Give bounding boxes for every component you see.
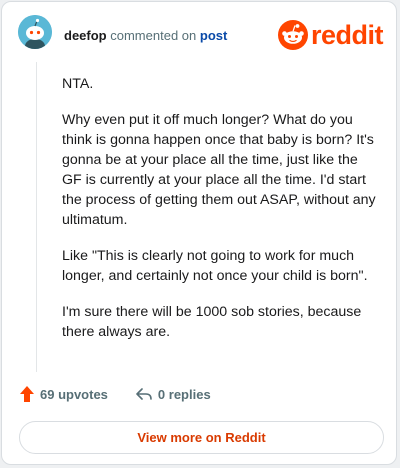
user-avatar[interactable]	[18, 15, 52, 49]
reddit-logo[interactable]: reddit	[278, 18, 384, 52]
comment-paragraph-2: Why even put it off much longer? What do…	[62, 112, 376, 228]
replies-count: 0 replies	[157, 386, 211, 402]
reply-arrow-icon	[136, 388, 152, 400]
comment-body: NTA. Why even put it off much longer? Wh…	[62, 74, 376, 358]
snoo-avatar-icon	[18, 15, 52, 49]
commented-on-text: commented on	[110, 28, 197, 43]
upvote-arrow-icon	[20, 386, 34, 402]
embedded-comment-card: deefop commented on post reddit NTA. Why…	[1, 1, 397, 465]
comment-paragraph-3: Like "This is clearly not going to work …	[62, 248, 368, 284]
upvotes-count: 69 upvotes	[40, 386, 108, 402]
reddit-snoo-icon	[278, 20, 308, 50]
reddit-wordmark: reddit	[311, 19, 384, 50]
upvotes-button[interactable]: 69 upvotes	[20, 386, 108, 402]
view-more-button[interactable]: View more on Reddit	[19, 421, 384, 454]
post-link[interactable]: post	[200, 28, 227, 43]
thread-line	[36, 62, 37, 372]
comment-paragraph-4: I'm sure there will be 1000 sob stories,…	[62, 304, 362, 340]
comment-actions: 69 upvotes 0 replies	[20, 386, 211, 402]
comment-username[interactable]: deefop	[64, 28, 107, 43]
comment-paragraph-1: NTA.	[62, 76, 94, 92]
replies-button[interactable]: 0 replies	[136, 387, 211, 402]
comment-header: deefop commented on post	[64, 28, 227, 43]
